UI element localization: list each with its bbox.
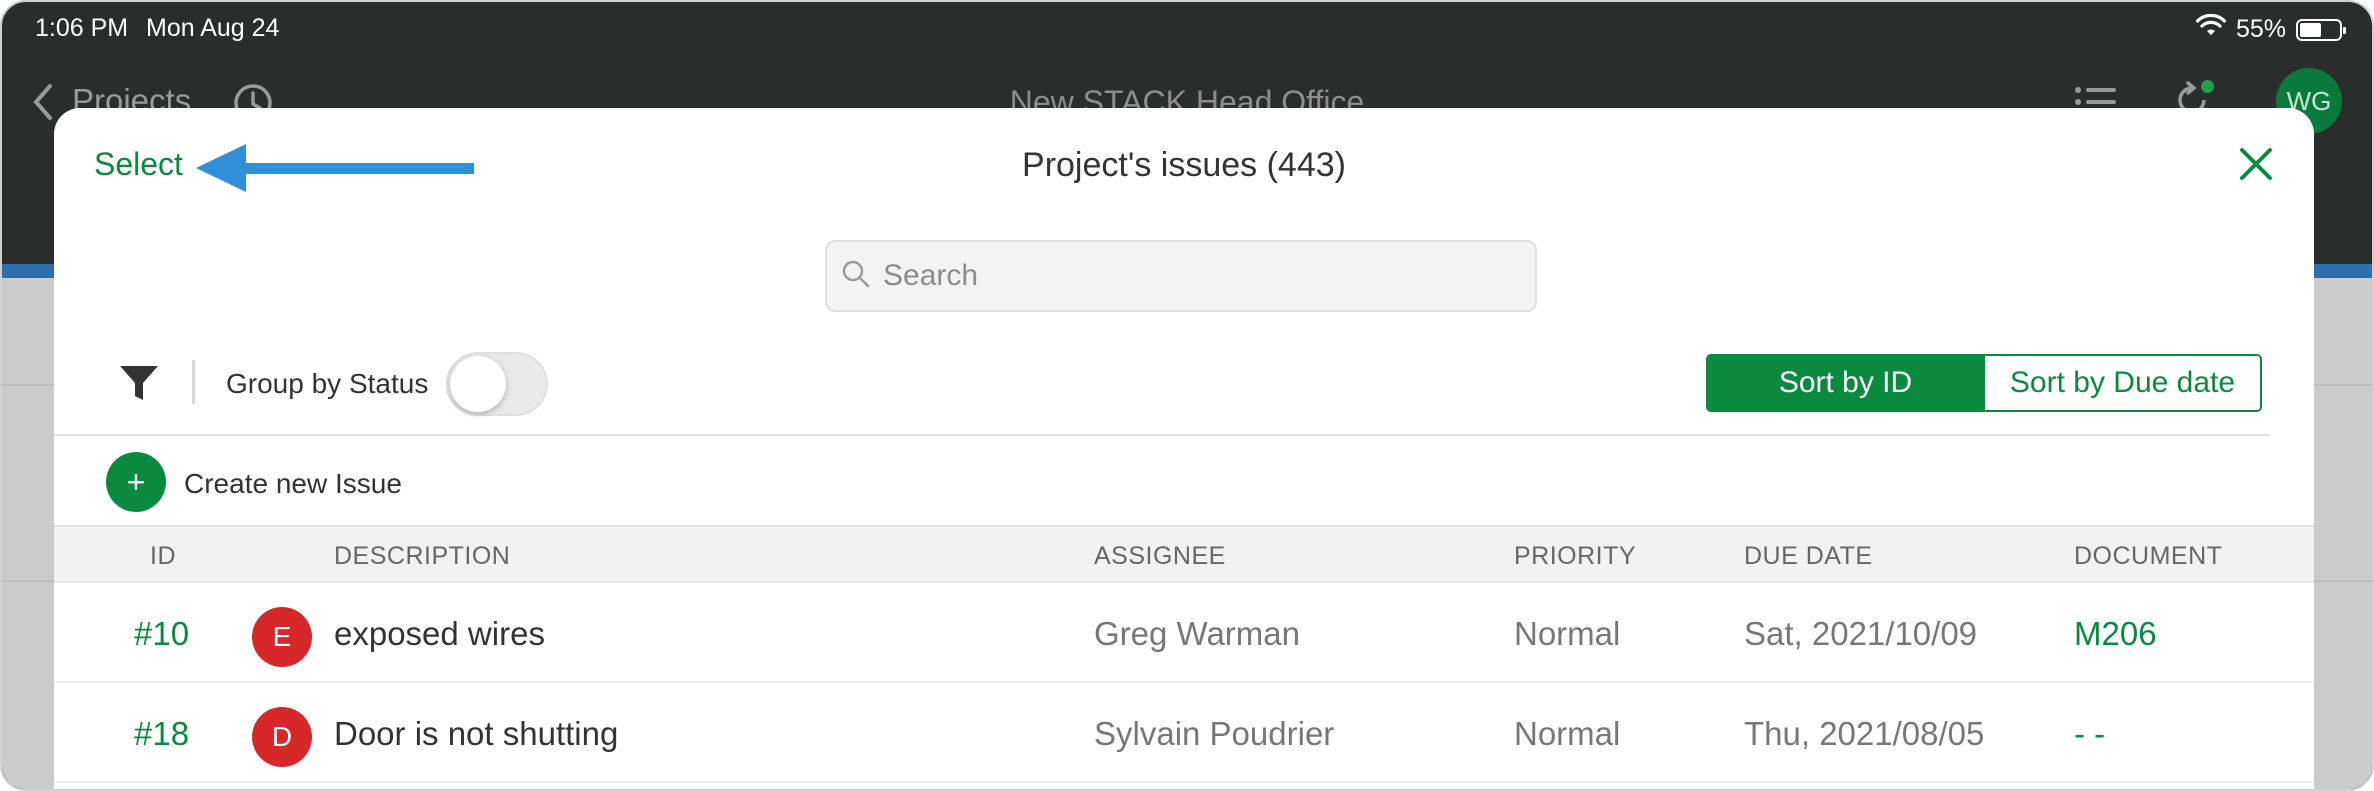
issue-status-badge: E (252, 607, 312, 667)
issue-priority: Normal (1514, 615, 1621, 652)
wifi-icon (2195, 13, 2227, 45)
toggle-knob (450, 356, 506, 412)
issue-due-date: Thu, 2021/08/05 (1744, 715, 1985, 752)
table-header: ID DESCRIPTION ASSIGNEE PRIORITY DUE DAT… (54, 525, 2314, 583)
header-document[interactable]: DOCUMENT (2074, 542, 2222, 571)
issue-priority: Normal (1514, 715, 1621, 752)
group-by-status-label: Group by Status (226, 368, 429, 399)
sync-status-dot (2201, 80, 2214, 93)
section-divider (54, 434, 2270, 436)
filter-icon[interactable] (118, 362, 160, 409)
issue-assignee: Greg Warman (1094, 615, 1300, 652)
table-row[interactable]: #10 E exposed wires Greg Warman Normal S… (54, 585, 2314, 683)
group-by-status-toggle[interactable] (446, 352, 548, 416)
search-bar[interactable] (825, 240, 1537, 312)
sort-by-due-date-button[interactable]: Sort by Due date (1983, 356, 2260, 410)
battery-fill (2300, 22, 2322, 37)
issue-due-date: Sat, 2021/10/09 (1744, 615, 1978, 652)
header-id[interactable]: ID (150, 542, 176, 571)
device-frame: 1:06 PM Mon Aug 24 55% Projects New STAC… (0, 0, 2374, 791)
header-assignee[interactable]: ASSIGNEE (1094, 542, 1226, 571)
issue-assignee: Sylvain Poudrier (1094, 715, 1335, 752)
toolbar-divider (192, 360, 195, 404)
status-indicators: 55% (2195, 13, 2346, 45)
issue-id[interactable]: #10 (134, 615, 189, 653)
create-issue-plus-icon[interactable]: + (106, 452, 166, 512)
table-row[interactable]: #18 D Door is not shutting Sylvain Poudr… (54, 685, 2314, 783)
sort-segmented-control: Sort by ID Sort by Due date (1706, 354, 2262, 412)
header-priority[interactable]: PRIORITY (1514, 542, 1636, 571)
issues-modal: Select Project's issues (443) Group by S… (54, 108, 2314, 789)
status-bar: 1:06 PM Mon Aug 24 55% (2, 2, 2372, 54)
issue-status-badge: D (252, 707, 312, 767)
issue-id[interactable]: #18 (134, 715, 189, 753)
battery-icon (2296, 18, 2346, 41)
search-icon (841, 259, 871, 294)
issue-description: exposed wires (334, 615, 545, 652)
search-input[interactable] (883, 259, 1483, 293)
battery-percent: 55% (2235, 15, 2286, 43)
sort-by-id-button[interactable]: Sort by ID (1708, 356, 1983, 410)
modal-title: Project's issues (443) (1022, 146, 1346, 184)
header-description[interactable]: DESCRIPTION (334, 542, 510, 571)
issue-description: Door is not shutting (334, 715, 619, 752)
close-icon[interactable] (2238, 146, 2274, 187)
header-due-date[interactable]: DUE DATE (1744, 542, 1873, 571)
status-time: 1:06 PM (35, 14, 129, 42)
create-issue-label[interactable]: Create new Issue (184, 468, 402, 500)
issue-document-link[interactable]: - - (2074, 715, 2105, 753)
status-date: Mon Aug 24 (146, 14, 280, 42)
issue-document-link[interactable]: M206 (2074, 615, 2157, 653)
